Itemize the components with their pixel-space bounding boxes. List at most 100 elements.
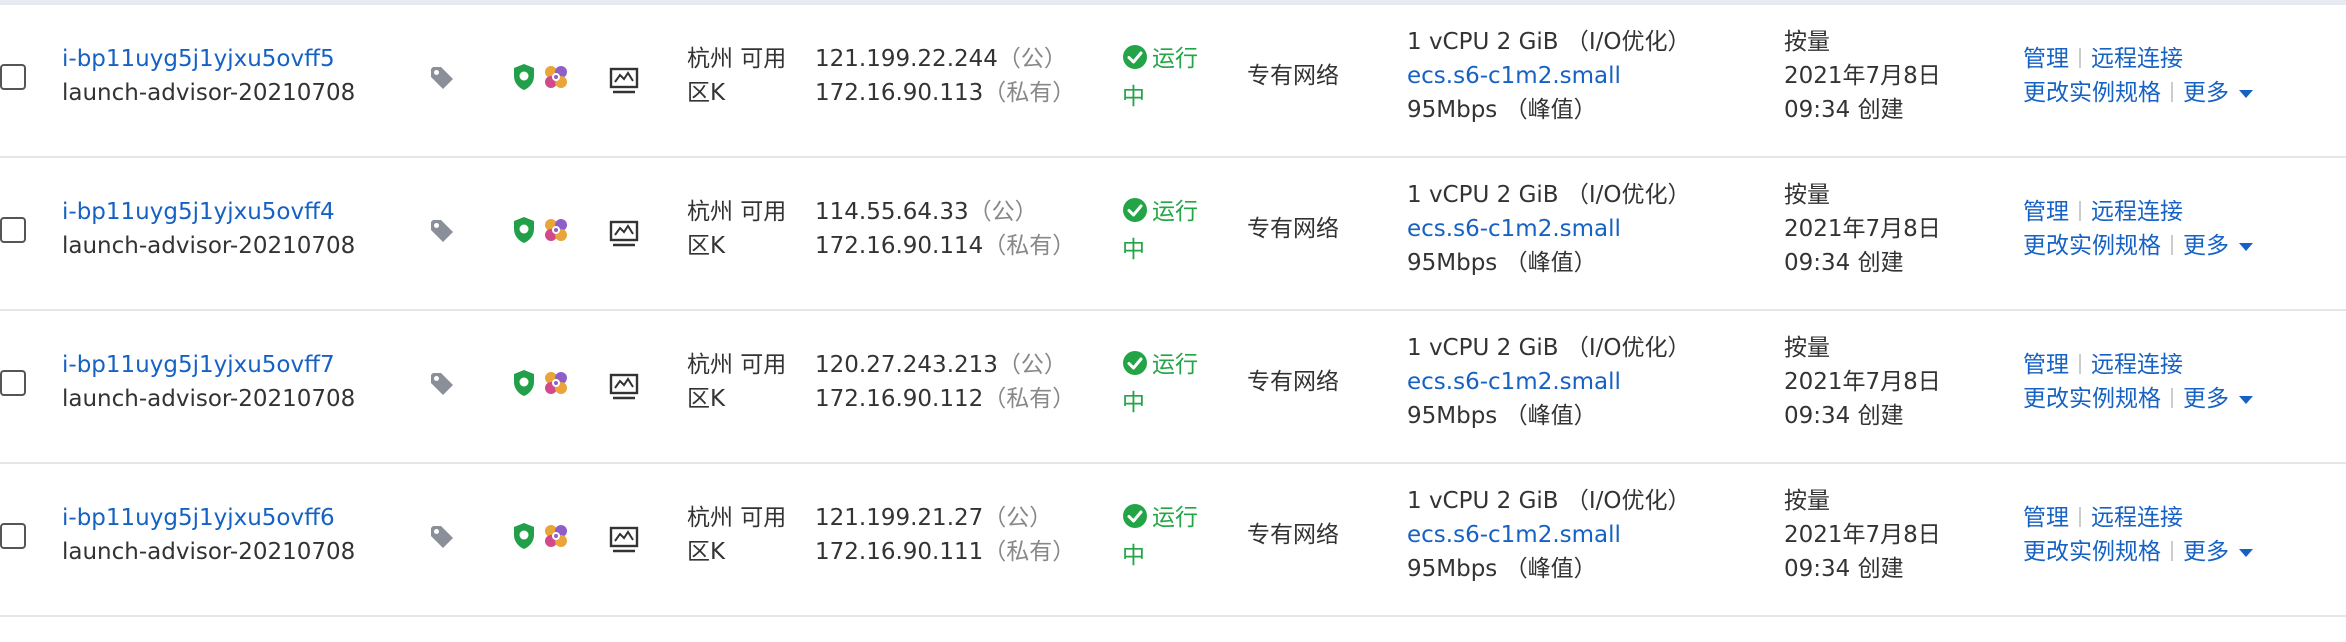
status-text-line2: 中: [1122, 543, 1145, 569]
op-divider: [2079, 354, 2081, 374]
monitor-icon[interactable]: [609, 67, 639, 99]
more-dropdown[interactable]: 更多: [2183, 386, 2253, 412]
remote-connect-link[interactable]: 远程连接: [2091, 46, 2183, 72]
tag-icon[interactable]: [429, 218, 455, 248]
app-badge-icon[interactable]: [542, 63, 570, 95]
op-divider: [2079, 507, 2081, 527]
public-ip: 121.199.22.244: [815, 46, 998, 72]
status-text-line2: 中: [1122, 84, 1145, 110]
shield-icon[interactable]: [512, 63, 536, 95]
status-cell: 运行 中: [1122, 348, 1198, 420]
tag-icon[interactable]: [429, 65, 455, 95]
manage-link[interactable]: 管理: [2023, 46, 2069, 72]
billing-cell: 按量 2021年7月8日 09:34 创建: [1784, 331, 1941, 433]
op-divider: [2171, 541, 2173, 561]
network-type: 专有网络: [1247, 522, 1339, 548]
billing-type: 按量: [1784, 488, 1830, 514]
manage-link[interactable]: 管理: [2023, 352, 2069, 378]
private-ip-tag: （私有）: [983, 233, 1076, 259]
public-ip-tag: （公）: [968, 199, 1038, 225]
ip-cell: 114.55.64.33（公） 172.16.90.114（私有）: [815, 195, 1075, 263]
spec-bandwidth: 95Mbps （峰值）: [1407, 97, 1597, 123]
monitor-icon[interactable]: [609, 373, 639, 405]
manage-link[interactable]: 管理: [2023, 199, 2069, 225]
spec-bandwidth: 95Mbps （峰值）: [1407, 250, 1597, 276]
op-divider: [2171, 82, 2173, 102]
instance-id-link[interactable]: i-bp11uyg5j1yjxu5ovff5: [62, 42, 355, 76]
change-spec-link[interactable]: 更改实例规格: [2023, 80, 2161, 106]
row-checkbox[interactable]: [0, 523, 26, 549]
change-spec-link[interactable]: 更改实例规格: [2023, 386, 2161, 412]
instance-id-link[interactable]: i-bp11uyg5j1yjxu5ovff4: [62, 195, 355, 229]
app-badge-icon[interactable]: [542, 522, 570, 554]
billing-type: 按量: [1784, 182, 1830, 208]
instance-id-link[interactable]: i-bp11uyg5j1yjxu5ovff6: [62, 501, 355, 535]
tag-icon[interactable]: [429, 524, 455, 554]
app-badge-icon[interactable]: [542, 216, 570, 248]
shield-icon[interactable]: [512, 522, 536, 554]
created-time: 09:34 创建: [1784, 403, 1904, 429]
manage-link[interactable]: 管理: [2023, 505, 2069, 531]
spec-config: 1 vCPU 2 GiB （I/O优化）: [1407, 182, 1691, 208]
change-spec-link[interactable]: 更改实例规格: [2023, 233, 2161, 259]
more-label: 更多: [2183, 80, 2229, 106]
table-row: i-bp11uyg5j1yjxu5ovff7 launch-advisor-20…: [0, 311, 2346, 464]
private-ip: 172.16.90.114: [815, 233, 984, 259]
created-date: 2021年7月8日: [1784, 369, 1941, 395]
shield-icon[interactable]: [512, 369, 536, 401]
zone-line2: 区K: [687, 539, 726, 565]
monitor-icon[interactable]: [609, 526, 639, 558]
change-spec-link[interactable]: 更改实例规格: [2023, 539, 2161, 565]
row-checkbox[interactable]: [0, 217, 26, 243]
remote-connect-link[interactable]: 远程连接: [2091, 352, 2183, 378]
zone-cell: 杭州 可用 区K: [687, 42, 786, 110]
ip-cell: 121.199.22.244（公） 172.16.90.113（私有）: [815, 42, 1075, 110]
zone-cell: 杭州 可用 区K: [687, 501, 786, 569]
status-cell: 运行 中: [1122, 501, 1198, 573]
public-ip-tag: （公）: [997, 352, 1067, 378]
public-ip: 120.27.243.213: [815, 352, 998, 378]
spec-cell: 1 vCPU 2 GiB （I/O优化） ecs.s6-c1m2.small 9…: [1407, 484, 1691, 586]
public-ip: 121.199.21.27: [815, 505, 984, 531]
zone-cell: 杭州 可用 区K: [687, 348, 786, 416]
more-dropdown[interactable]: 更多: [2183, 539, 2253, 565]
more-dropdown[interactable]: 更多: [2183, 80, 2253, 106]
spec-type-link[interactable]: ecs.s6-c1m2.small: [1407, 518, 1691, 552]
op-divider: [2079, 48, 2081, 68]
spec-type-link[interactable]: ecs.s6-c1m2.small: [1407, 365, 1691, 399]
instance-name: launch-advisor-20210708: [62, 80, 356, 106]
row-checkbox[interactable]: [0, 370, 26, 396]
instance-name: launch-advisor-20210708: [62, 386, 356, 412]
billing-type: 按量: [1784, 29, 1830, 55]
public-ip-tag: （公）: [983, 505, 1053, 531]
billing-cell: 按量 2021年7月8日 09:34 创建: [1784, 178, 1941, 280]
check-circle-icon: [1122, 503, 1148, 539]
instance-id-link[interactable]: i-bp11uyg5j1yjxu5ovff7: [62, 348, 355, 382]
spec-bandwidth: 95Mbps （峰值）: [1407, 403, 1597, 429]
status-text-line2: 中: [1122, 390, 1145, 416]
more-label: 更多: [2183, 233, 2229, 259]
row-checkbox[interactable]: [0, 64, 26, 90]
shield-icon[interactable]: [512, 216, 536, 248]
instance-name: launch-advisor-20210708: [62, 233, 356, 259]
ip-cell: 120.27.243.213（公） 172.16.90.112（私有）: [815, 348, 1075, 416]
status-text-line2: 中: [1122, 237, 1145, 263]
ip-cell: 121.199.21.27（公） 172.16.90.111（私有）: [815, 501, 1075, 569]
table-row: i-bp11uyg5j1yjxu5ovff6 launch-advisor-20…: [0, 464, 2346, 617]
zone-line1: 杭州 可用: [687, 505, 787, 531]
remote-connect-link[interactable]: 远程连接: [2091, 505, 2183, 531]
spec-type-link[interactable]: ecs.s6-c1m2.small: [1407, 59, 1691, 93]
spec-cell: 1 vCPU 2 GiB （I/O优化） ecs.s6-c1m2.small 9…: [1407, 178, 1691, 280]
caret-down-icon: [2239, 90, 2253, 98]
zone-line1: 杭州 可用: [687, 352, 787, 378]
zone-line1: 杭州 可用: [687, 46, 787, 72]
private-ip-tag: （私有）: [983, 80, 1076, 106]
tag-icon[interactable]: [429, 371, 455, 401]
remote-connect-link[interactable]: 远程连接: [2091, 199, 2183, 225]
spec-type-link[interactable]: ecs.s6-c1m2.small: [1407, 212, 1691, 246]
monitor-icon[interactable]: [609, 220, 639, 252]
more-dropdown[interactable]: 更多: [2183, 233, 2253, 259]
app-badge-icon[interactable]: [542, 369, 570, 401]
created-time: 09:34 创建: [1784, 250, 1904, 276]
instance-name: launch-advisor-20210708: [62, 539, 356, 565]
